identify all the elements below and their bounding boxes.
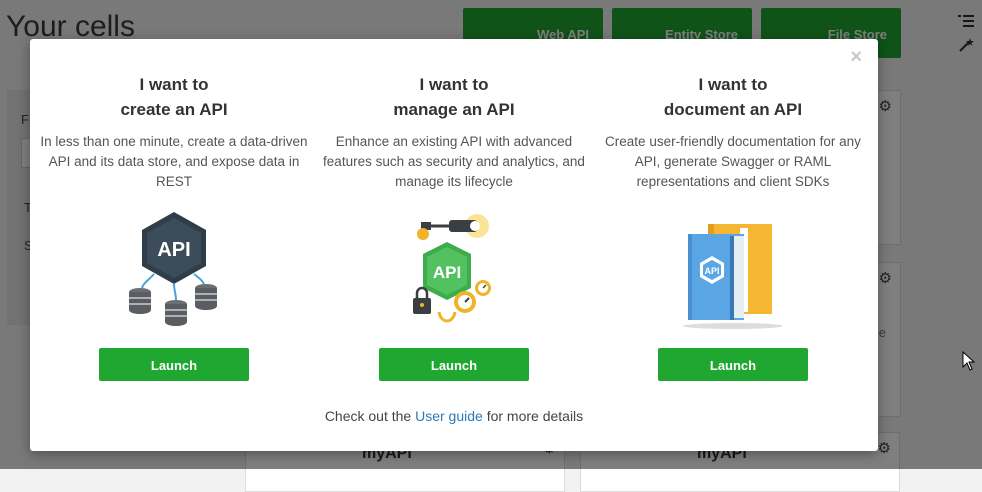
svg-text:API: API <box>157 239 190 261</box>
api-hexagon-with-databases-icon: API <box>34 200 314 330</box>
heading-line1: I want to <box>139 75 209 94</box>
option-heading: I want to document an API <box>593 72 873 122</box>
user-guide-note: Check out the User guide for more detail… <box>30 408 878 424</box>
option-document-api: I want to document an API Create user-fr… <box>593 72 873 381</box>
user-guide-link[interactable]: User guide <box>415 408 483 424</box>
mouse-cursor-icon <box>962 351 976 371</box>
heading-line2: create an API <box>120 100 228 119</box>
option-description: Create user-friendly documentation for a… <box>605 134 861 189</box>
launch-document-api-button[interactable]: Launch <box>658 348 808 381</box>
heading-line1: I want to <box>698 75 768 94</box>
option-manage-api: I want to manage an API Enhance an exist… <box>314 72 594 381</box>
launch-create-api-button[interactable]: Launch <box>99 348 249 381</box>
option-create-api: I want to create an API In less than one… <box>34 72 314 381</box>
option-description: Enhance an existing API with advanced fe… <box>323 134 585 189</box>
footer-prefix: Check out the <box>324 408 412 424</box>
api-shield-with-camera-lock-gauges-icon: API <box>314 200 594 330</box>
launch-manage-api-button[interactable]: Launch <box>379 348 529 381</box>
heading-line2: document an API <box>663 100 803 119</box>
option-description: In less than one minute, create a data-d… <box>40 134 308 189</box>
create-api-modal: × I want to create an API In less than o… <box>30 39 878 451</box>
heading-line1: I want to <box>419 75 489 94</box>
footer-suffix: for more details <box>486 408 584 424</box>
option-heading: I want to manage an API <box>314 72 594 122</box>
api-documentation-books-icon: API <box>593 200 873 330</box>
heading-line2: manage an API <box>393 100 515 119</box>
svg-text:API: API <box>704 266 719 276</box>
option-heading: I want to create an API <box>34 72 314 122</box>
close-icon[interactable]: × <box>850 47 862 67</box>
svg-text:API: API <box>433 263 461 282</box>
